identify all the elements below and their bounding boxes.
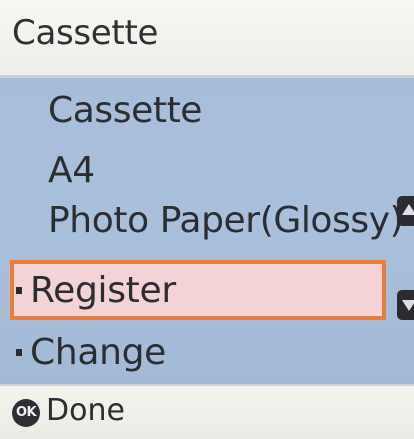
title-bar: Cassette: [0, 0, 414, 78]
bullet-icon: [16, 349, 22, 356]
screen-title: Cassette: [12, 13, 159, 53]
paper-type-value: Photo Paper(Glossy): [48, 200, 404, 241]
scroll-down-icon[interactable]: [397, 290, 414, 320]
paper-size-value: A4: [48, 150, 95, 191]
bullet-icon: [16, 287, 22, 294]
change-option-label: Change: [30, 332, 167, 373]
register-option[interactable]: Register: [10, 260, 386, 320]
change-option[interactable]: Change: [10, 322, 386, 382]
done-label: Done: [46, 393, 125, 428]
paper-source-value: Cassette: [48, 90, 203, 131]
footer-bar: OK Done: [0, 384, 414, 439]
register-option-label: Register: [30, 270, 176, 311]
scroll-up-icon[interactable]: [397, 196, 414, 226]
paper-settings-panel: Cassette A4 Photo Paper(Glossy) Register…: [0, 78, 414, 384]
printer-lcd-screen: Cassette Cassette A4 Photo Paper(Glossy)…: [0, 0, 414, 439]
ok-button-icon[interactable]: OK: [12, 399, 40, 427]
